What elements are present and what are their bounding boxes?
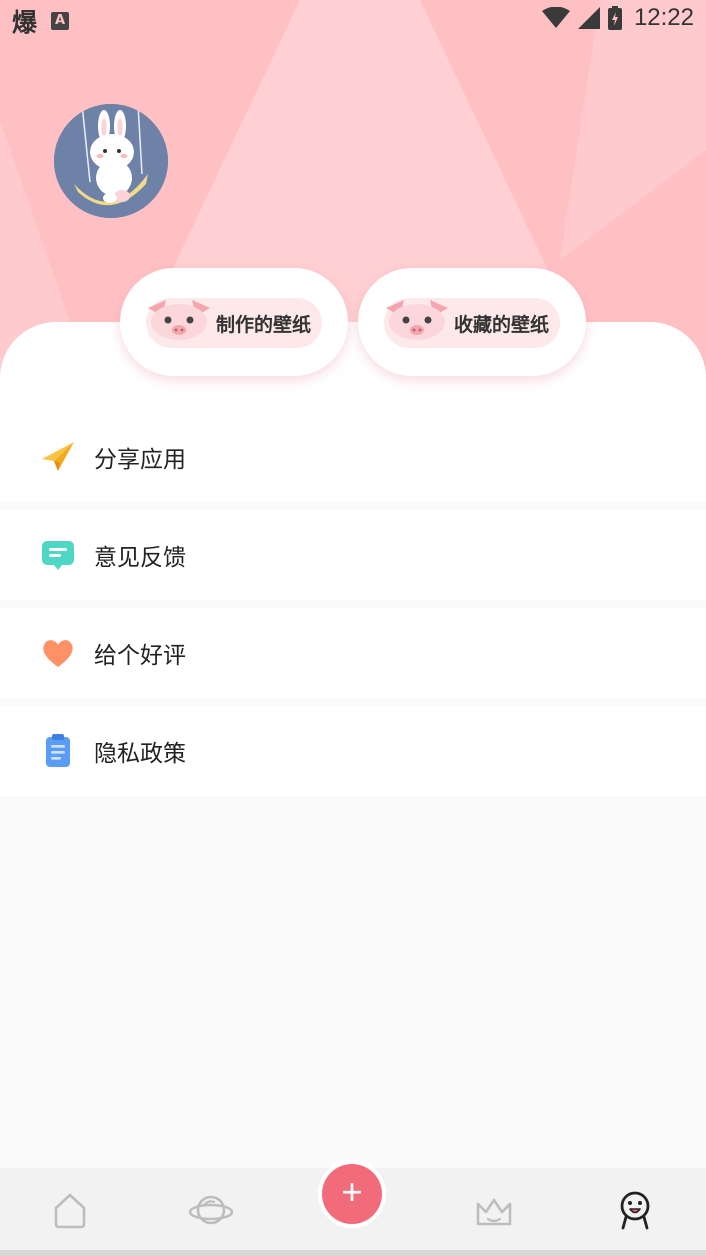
rabbit-on-swing-avatar: [54, 104, 168, 218]
status-bar: 爆 A 12:22: [0, 0, 706, 38]
crown-icon: [476, 1198, 512, 1226]
favorite-wallpapers-button[interactable]: 收藏的壁纸: [358, 268, 586, 376]
clipboard-icon: [46, 734, 70, 767]
notification-badge: A: [51, 12, 70, 30]
tab-home[interactable]: [42, 1182, 98, 1238]
menu-item-label: 意见反馈: [94, 545, 186, 571]
tab-explore[interactable]: [183, 1182, 239, 1238]
made-wallpapers-label: 制作的壁纸: [216, 314, 312, 336]
pig-icon: [148, 300, 210, 340]
menu-item-label: 给个好评: [94, 643, 186, 669]
pig-icon: [386, 300, 448, 340]
notification-app-char: 爆: [12, 8, 38, 37]
signal-icon: [577, 7, 600, 29]
home-icon: [54, 1193, 86, 1229]
menu-item-privacy[interactable]: 隐私政策: [0, 706, 706, 796]
menu-item-share-app[interactable]: 分享应用: [0, 412, 706, 502]
menu-item-label: 分享应用: [94, 447, 186, 473]
settings-menu: 分享应用 意见反馈 给个好评 隐私政策: [0, 412, 706, 796]
wifi-icon: [541, 7, 570, 28]
tab-vip[interactable]: [466, 1182, 522, 1238]
navigation-bar-edge: [0, 1250, 706, 1256]
battery-icon: [607, 6, 622, 30]
face-icon: [620, 1191, 650, 1230]
status-time: 12:22: [633, 4, 694, 31]
menu-item-feedback[interactable]: 意见反馈: [0, 510, 706, 600]
user-avatar[interactable]: [54, 104, 168, 218]
menu-item-rate[interactable]: 给个好评: [0, 608, 706, 698]
made-wallpapers-button[interactable]: 制作的壁纸: [120, 268, 348, 376]
menu-item-label: 隐私政策: [94, 741, 186, 767]
favorite-wallpapers-label: 收藏的壁纸: [454, 314, 550, 336]
heart-icon: [43, 640, 73, 667]
paper-plane-icon: [42, 442, 74, 471]
plus-icon: +: [322, 1164, 382, 1224]
chat-bubble-icon: [42, 541, 74, 570]
tab-mine[interactable]: [607, 1182, 663, 1238]
create-wallpaper-button[interactable]: +: [318, 1160, 386, 1228]
planet-icon: [188, 1195, 234, 1225]
